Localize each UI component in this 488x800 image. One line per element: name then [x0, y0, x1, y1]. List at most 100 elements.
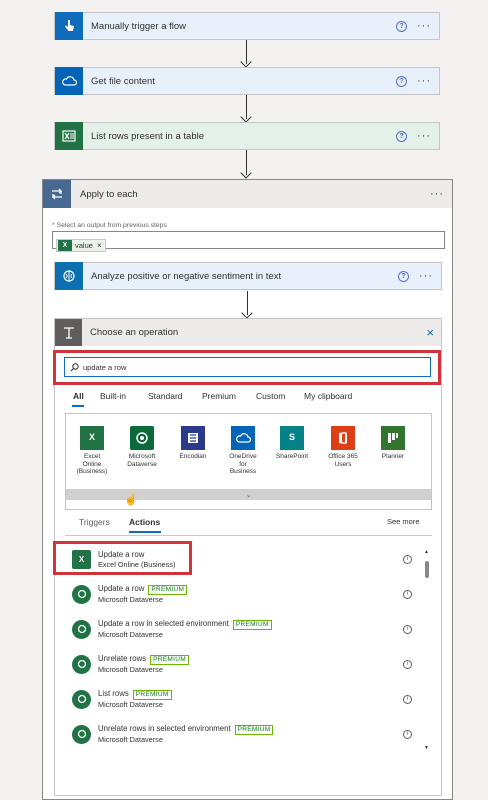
tab-actions[interactable]: Actions	[129, 517, 160, 527]
step-title: Get file content	[91, 75, 155, 87]
field-label: * Select an output from previous steps	[52, 222, 167, 229]
action-source: Microsoft Dataverse	[98, 700, 163, 709]
connector-onedrive[interactable]: OneDrive for Business	[226, 426, 260, 476]
step-analyze-sentiment[interactable]: Analyze positive or negative sentiment i…	[54, 262, 442, 290]
scrollbar-thumb[interactable]	[425, 561, 429, 578]
apply-to-each-header[interactable]: Apply to each ···	[43, 180, 452, 208]
planner-icon	[381, 426, 405, 450]
action-source: Microsoft Dataverse	[98, 665, 163, 674]
premium-badge: PREMIUM	[148, 585, 188, 595]
help-icon[interactable]: ?	[396, 130, 407, 142]
action-title: List rows	[98, 689, 129, 698]
scrollbar[interactable]: ▲ ▼	[424, 549, 430, 751]
expand-connectors-bar[interactable]: ⌄	[66, 489, 431, 500]
step-title: Manually trigger a flow	[91, 20, 187, 32]
info-icon[interactable]: i	[403, 589, 412, 599]
info-icon[interactable]: i	[403, 659, 412, 669]
mouse-cursor-icon: ☝	[124, 494, 138, 506]
action-title: Update a row	[98, 584, 145, 593]
tab-triggers[interactable]: Triggers	[79, 517, 110, 527]
help-icon[interactable]: ?	[396, 75, 407, 87]
scroll-down-icon[interactable]: ▼	[424, 745, 429, 751]
excel-icon: X	[72, 549, 91, 569]
dataverse-icon	[72, 654, 91, 674]
connector-arrow	[246, 95, 247, 119]
chevron-down-icon: ⌄	[245, 491, 252, 499]
connector-dataverse[interactable]: Microsoft Dataverse	[125, 426, 159, 468]
token-label: value	[75, 241, 93, 250]
action-source: Microsoft Dataverse	[98, 595, 163, 604]
token-chip[interactable]: X value ×	[56, 239, 106, 252]
more-options-icon[interactable]: ···	[419, 270, 433, 282]
connector-label: Office 365 Users	[328, 453, 358, 468]
tab-all-underline	[72, 405, 84, 407]
connector-office365[interactable]: Office 365 Users	[326, 426, 360, 468]
operation-title: Choose an operation	[90, 327, 179, 338]
tab-built-in[interactable]: Built-in	[100, 391, 126, 401]
action-update-row-dataverse[interactable]: Update a row PREMIUM Microsoft Dataverse …	[72, 579, 422, 609]
premium-badge: PREMIUM	[232, 620, 272, 630]
divider	[65, 535, 432, 536]
remove-token-icon[interactable]: ×	[97, 241, 102, 250]
onedrive-icon	[55, 67, 83, 95]
action-source: Microsoft Dataverse	[98, 735, 163, 744]
info-icon[interactable]: i	[403, 729, 412, 739]
step-list-rows[interactable]: List rows present in a table ? ···	[54, 122, 440, 150]
more-options-icon[interactable]: ···	[417, 75, 431, 87]
connector-label: OneDrive for Business	[229, 453, 257, 475]
action-list-rows[interactable]: List rows PREMIUM Microsoft Dataverse i	[72, 684, 422, 714]
tab-standard[interactable]: Standard	[148, 391, 183, 401]
action-title: Update a row	[98, 549, 145, 559]
operation-icon	[55, 319, 82, 346]
dataverse-icon	[72, 584, 91, 604]
sharepoint-icon: S	[280, 426, 304, 450]
connector-label: Planner	[381, 453, 405, 460]
step-get-file-content[interactable]: Get file content ? ···	[54, 67, 440, 95]
action-title: Unrelate rows in selected environment	[98, 724, 231, 733]
excel-icon: X	[80, 426, 104, 450]
connector-label: SharePoint	[275, 453, 309, 460]
info-icon[interactable]: i	[403, 554, 412, 564]
action-title: Update a row in selected environment	[98, 619, 229, 628]
onedrive-icon	[231, 426, 255, 450]
premium-badge: PREMIUM	[132, 690, 172, 700]
scroll-up-icon[interactable]: ▲	[424, 549, 429, 555]
connector-encodian[interactable]: Encodian	[176, 426, 210, 461]
action-source: Microsoft Dataverse	[98, 630, 163, 639]
connector-excel[interactable]: X Excel Online (Business)	[75, 426, 109, 476]
action-unrelate-rows-environment[interactable]: Unrelate rows in selected environment PRE…	[72, 719, 422, 749]
help-icon[interactable]: ?	[398, 270, 409, 282]
hand-touch-icon	[55, 12, 83, 40]
more-options-icon[interactable]: ···	[417, 130, 431, 142]
connector-label: Microsoft Dataverse	[127, 453, 157, 468]
search-input[interactable]: update a row	[64, 357, 431, 377]
tab-premium[interactable]: Premium	[202, 391, 236, 401]
premium-badge: PREMIUM	[234, 725, 274, 735]
dataverse-icon	[130, 426, 154, 450]
dataverse-icon	[72, 689, 91, 709]
connector-label: Excel Online (Business)	[76, 453, 108, 475]
more-options-icon[interactable]: ···	[430, 188, 444, 200]
help-icon[interactable]: ?	[396, 20, 407, 32]
close-icon[interactable]: ×	[426, 325, 434, 340]
output-input[interactable]: X value ×	[52, 231, 445, 252]
step-title: List rows present in a table	[91, 130, 205, 142]
step-manual-trigger[interactable]: Manually trigger a flow ? ···	[54, 12, 440, 40]
action-update-row-excel[interactable]: X Update a row Excel Online (Business) i	[72, 544, 422, 574]
more-options-icon[interactable]: ···	[417, 20, 431, 32]
action-update-row-environment[interactable]: Update a row in selected environment PREM…	[72, 614, 422, 644]
action-title: Unrelate rows	[98, 654, 147, 663]
tab-custom[interactable]: Custom	[256, 391, 285, 401]
tab-all[interactable]: All	[73, 391, 84, 401]
action-source: Excel Online (Business)	[98, 559, 176, 569]
step-title: Analyze positive or negative sentiment i…	[91, 270, 282, 282]
info-icon[interactable]: i	[403, 694, 412, 704]
tab-my-clipboard[interactable]: My clipboard	[304, 391, 352, 401]
connector-label: Encodian	[179, 453, 207, 460]
info-icon[interactable]: i	[403, 624, 412, 634]
action-unrelate-rows[interactable]: Unrelate rows PREMIUM Microsoft Dataverse…	[72, 649, 422, 679]
brain-icon	[55, 262, 83, 290]
see-more-link[interactable]: See more	[387, 517, 420, 526]
connector-sharepoint[interactable]: S SharePoint	[275, 426, 309, 461]
connector-planner[interactable]: Planner	[376, 426, 410, 461]
